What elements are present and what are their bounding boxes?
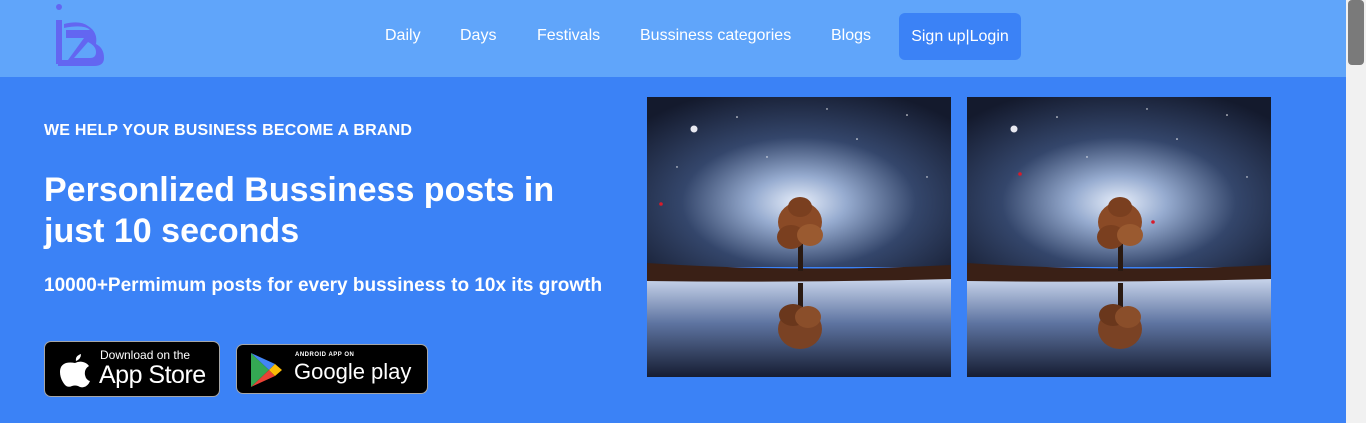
nav-link-festivals[interactable]: Festivals	[537, 27, 600, 45]
nav-link-days[interactable]: Days	[460, 27, 496, 45]
google-play-icon	[251, 353, 282, 387]
google-play-button[interactable]: ANDROID APP ON Google play	[236, 344, 428, 394]
nav-link-daily[interactable]: Daily	[385, 27, 421, 45]
nav-link-blogs[interactable]: Blogs	[831, 27, 871, 45]
hero-image-night-tree	[647, 97, 951, 377]
apple-icon	[60, 354, 90, 388]
signup-login-button[interactable]: Sign up|Login	[899, 13, 1021, 60]
hero-subline: 10000+Permimum posts for every bussiness…	[44, 275, 603, 296]
hero-section: WE HELP YOUR BUSINESS BECOME A BRAND Per…	[0, 77, 1346, 423]
nav-link-business-categories[interactable]: Bussiness categories	[640, 27, 791, 45]
hero-headline: Personlized Bussiness posts in just 10 s…	[44, 171, 555, 250]
scrollbar-thumb[interactable]	[1348, 0, 1364, 65]
hero-tagline: WE HELP YOUR BUSINESS BECOME A BRAND	[44, 122, 413, 139]
google-play-small-text: ANDROID APP ON	[295, 352, 355, 358]
night-tree-image	[967, 97, 1271, 377]
page: Daily Days Festivals Bussiness categorie…	[0, 0, 1346, 423]
night-tree-image	[647, 97, 951, 377]
main-nav: Daily Days Festivals Bussiness categorie…	[0, 0, 1346, 77]
app-store-small-text: Download on the	[100, 348, 191, 362]
app-store-button[interactable]: Download on the App Store	[44, 341, 220, 397]
navbar: Daily Days Festivals Bussiness categorie…	[0, 0, 1346, 77]
hero-image-night-tree-2	[967, 97, 1271, 377]
google-play-big-text: Google play	[294, 359, 412, 384]
app-store-big-text: App Store	[99, 361, 206, 389]
